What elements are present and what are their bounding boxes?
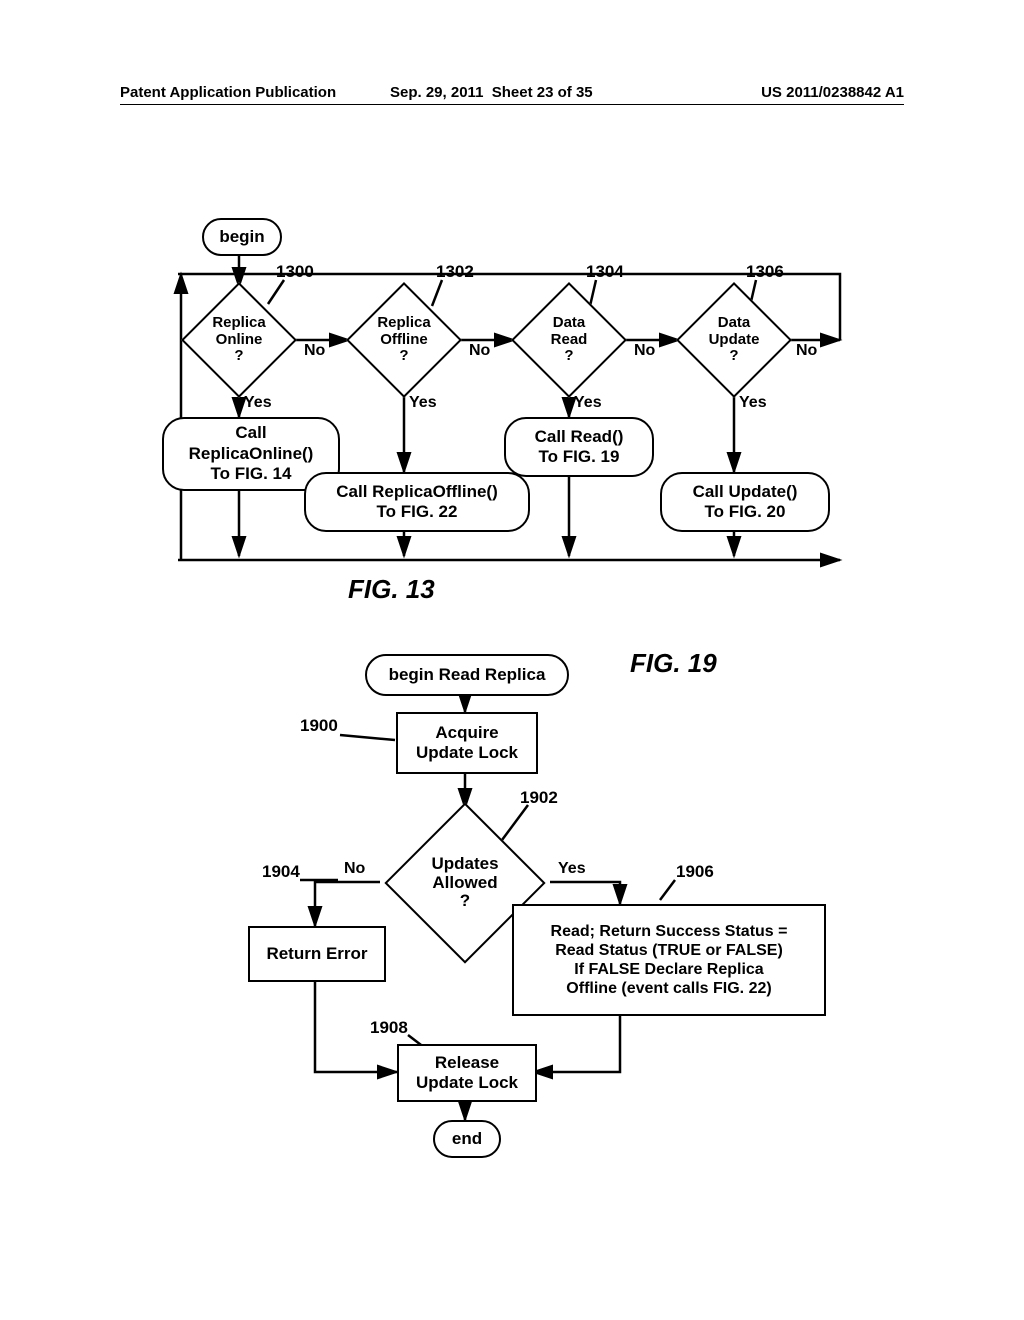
ref-1906: 1906 — [676, 862, 714, 882]
fig19-title: FIG. 19 — [630, 648, 717, 679]
fig19-begin-terminator: begin Read Replica — [365, 654, 569, 696]
ref-1904: 1904 — [262, 862, 300, 882]
decision-data-read: Data Read ? — [514, 285, 624, 395]
call-read: Call Read() To FIG. 19 — [504, 417, 654, 477]
header-rule — [120, 104, 904, 105]
decision-data-update: Data Update ? — [679, 285, 789, 395]
fig19-end-terminator: end — [433, 1120, 501, 1158]
ref-1908: 1908 — [370, 1018, 408, 1038]
edge-yes-1: Yes — [244, 394, 272, 412]
edge-yes-3: Yes — [574, 394, 602, 412]
ref-1902: 1902 — [520, 788, 558, 808]
fig13-begin-terminator: begin — [202, 218, 282, 256]
header-left: Patent Application Publication — [120, 84, 336, 101]
ref-1306: 1306 — [746, 262, 784, 282]
edge-no-19: No — [344, 860, 365, 878]
edge-yes-19: Yes — [558, 860, 586, 878]
fig13-title: FIG. 13 — [348, 574, 435, 605]
edge-no-2: No — [469, 342, 490, 360]
edge-yes-4: Yes — [739, 394, 767, 412]
process-read-return: Read; Return Success Status = Read Statu… — [512, 904, 826, 1016]
edge-no-4: No — [796, 342, 817, 360]
diagram-canvas: begin 1300 1302 1304 1306 Replica Online… — [120, 180, 900, 1200]
decision-replica-online: Replica Online ? — [184, 285, 294, 395]
edge-no-1: No — [304, 342, 325, 360]
process-return-error: Return Error — [248, 926, 386, 982]
edge-no-3: No — [634, 342, 655, 360]
ref-1300: 1300 — [276, 262, 314, 282]
call-update: Call Update() To FIG. 20 — [660, 472, 830, 532]
call-replica-offline: Call ReplicaOffline() To FIG. 22 — [304, 472, 530, 532]
ref-1900: 1900 — [300, 716, 338, 736]
process-acquire-lock: Acquire Update Lock — [396, 712, 538, 774]
ref-1302: 1302 — [436, 262, 474, 282]
ref-1304: 1304 — [586, 262, 624, 282]
edge-yes-2: Yes — [409, 394, 437, 412]
process-release-lock: Release Update Lock — [397, 1044, 537, 1102]
decision-replica-offline: Replica Offline ? — [349, 285, 459, 395]
header-date: Sep. 29, 2011 Sheet 23 of 35 — [390, 84, 593, 101]
header-pubno: US 2011/0238842 A1 — [761, 84, 904, 101]
